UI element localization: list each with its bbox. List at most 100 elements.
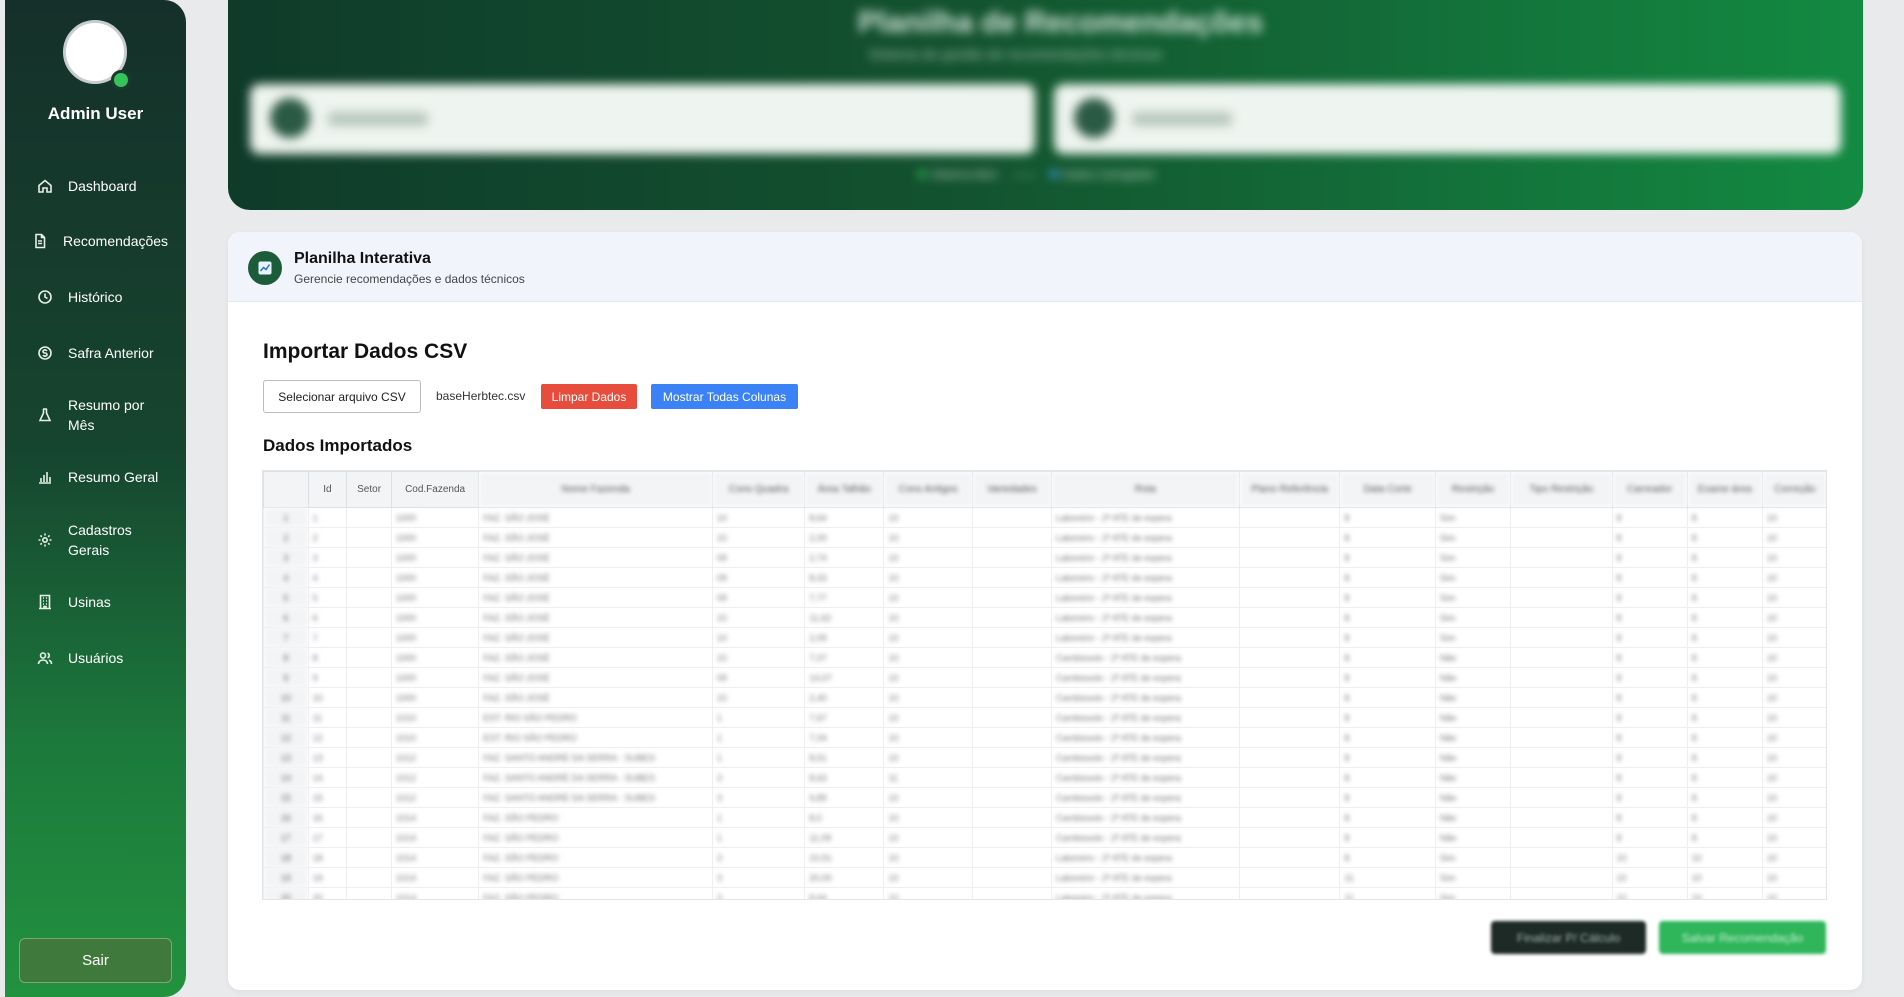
table-cell[interactable]: 11,62 (804, 607, 885, 628)
table-cell[interactable]: 10 (711, 687, 806, 708)
table-cell[interactable]: 8 (1611, 567, 1688, 588)
table-cell[interactable]: 10 (883, 667, 973, 688)
table-cell[interactable] (346, 687, 392, 708)
table-cell[interactable]: 10 (883, 687, 973, 708)
table-cell[interactable]: 8 (1686, 567, 1763, 588)
table-row[interactable]: 16 16 1014 FAZ. SÃO PEDRO 1 8,0 10 Cambissolo -… (263, 807, 1826, 828)
table-cell[interactable] (1238, 707, 1341, 728)
table-cell[interactable]: 8 (1686, 507, 1763, 528)
table-cell[interactable]: Sim (1434, 507, 1511, 528)
table-cell[interactable]: 10 (711, 527, 806, 548)
table-cell[interactable] (1238, 547, 1341, 568)
table-cell[interactable]: FAZ. SÃO JOSÉ (478, 507, 713, 528)
table-cell[interactable] (971, 627, 1052, 648)
column-header[interactable]: Setor (346, 471, 392, 508)
table-cell[interactable] (346, 787, 392, 808)
table-row[interactable]: 6 6 1000 FAZ. SÃO JOSÉ 10 11,62 10 Laboreiro - … (263, 607, 1826, 628)
table-cell[interactable]: 10,51 (804, 847, 885, 868)
table-cell[interactable]: 10 (1761, 747, 1826, 768)
table-cell[interactable]: Cambissolo - 2ª ATE de espera (1050, 807, 1240, 828)
sidebar-item-cadastros-gerais[interactable]: Cadastros Gerais (35, 520, 148, 560)
table-cell[interactable]: 8 (1611, 507, 1688, 528)
table-row[interactable]: 10 10 1000 FAZ. SÃO JOSÉ 10 2,40 10 Cambissolo … (263, 687, 1826, 708)
table-cell[interactable]: 2,00 (804, 527, 885, 548)
table-cell[interactable]: 7 (307, 627, 348, 648)
table-cell[interactable]: 8 (1686, 547, 1763, 568)
table-cell[interactable]: 10 (883, 527, 973, 548)
table-row[interactable]: 14 14 1012 FAZ. SANTO ANDRÉ DA SERRA - SUBE… (263, 767, 1826, 788)
table-cell[interactable]: 8 (1339, 847, 1436, 868)
table-cell[interactable]: 10 (1686, 847, 1763, 868)
table-cell[interactable]: 1012 (390, 787, 480, 808)
sidebar-item-dashboard[interactable]: Dashboard (35, 176, 137, 196)
table-cell[interactable]: 8 (1686, 747, 1763, 768)
table-cell[interactable]: 8 (1339, 567, 1436, 588)
table-cell[interactable] (1238, 587, 1341, 608)
table-cell[interactable] (971, 867, 1052, 888)
table-cell[interactable]: 18 (307, 847, 348, 868)
table-cell[interactable]: 10 (883, 747, 973, 768)
table-cell[interactable]: 8 (1339, 747, 1436, 768)
clear-data-button[interactable]: Limpar Dados (541, 384, 637, 409)
table-cell[interactable]: 1014 (390, 827, 480, 848)
column-header[interactable]: Restrição (1434, 471, 1511, 508)
table-cell[interactable]: 1000 (390, 527, 480, 548)
show-all-columns-button[interactable]: Mostrar Todas Colunas (651, 384, 798, 409)
table-cell[interactable]: 8 (1686, 727, 1763, 748)
table-cell[interactable]: 8 (1611, 547, 1688, 568)
table-cell[interactable] (971, 827, 1052, 848)
table-cell[interactable]: 1 (711, 807, 806, 828)
table-cell[interactable]: 10 (1761, 707, 1826, 728)
table-cell[interactable]: 8 (1339, 767, 1436, 788)
table-cell[interactable]: 2 (307, 527, 348, 548)
table-cell[interactable]: 8 (1339, 827, 1436, 848)
table-cell[interactable]: FAZ. SÃO PEDRO (478, 827, 713, 848)
table-cell[interactable]: Não (1434, 667, 1511, 688)
table-cell[interactable]: 1000 (390, 567, 480, 588)
table-cell[interactable]: 09 (711, 587, 806, 608)
table-cell[interactable]: 1000 (390, 507, 480, 528)
table-cell[interactable]: 11 (883, 767, 973, 788)
table-cell[interactable]: 14,07 (804, 667, 885, 688)
table-cell[interactable]: Sim (1434, 567, 1511, 588)
table-row[interactable]: 12 12 1010 EST. RIO SÃO PEDRO 1 7,04 10 Cambiss… (263, 727, 1826, 748)
table-cell[interactable]: 09 (711, 547, 806, 568)
table-cell[interactable] (346, 667, 392, 688)
table-cell[interactable]: FAZ. SÃO PEDRO (478, 847, 713, 868)
table-cell[interactable]: 10 (883, 607, 973, 628)
column-header[interactable]: Exame área (1686, 471, 1763, 508)
table-cell[interactable] (1509, 687, 1613, 708)
table-cell[interactable] (971, 647, 1052, 668)
table-cell[interactable]: 10 (711, 647, 806, 668)
table-cell[interactable]: 8 (1339, 527, 1436, 548)
table-cell[interactable] (1238, 867, 1341, 888)
table-cell[interactable] (1238, 567, 1341, 588)
column-header[interactable]: Variedades (971, 471, 1052, 508)
table-cell[interactable]: 8 (1611, 787, 1688, 808)
table-cell[interactable]: Não (1434, 707, 1511, 728)
table-cell[interactable]: Cambissolo - 2ª ATE de espera (1050, 747, 1240, 768)
table-cell[interactable] (1238, 747, 1341, 768)
table-cell[interactable]: 8 (1686, 687, 1763, 708)
table-cell[interactable]: FAZ. SÃO JOSÉ (478, 547, 713, 568)
table-cell[interactable]: FAZ. SÃO JOSÉ (478, 607, 713, 628)
table-cell[interactable] (1238, 787, 1341, 808)
table-cell[interactable]: 8 (1611, 767, 1688, 788)
table-cell[interactable] (346, 587, 392, 608)
table-cell[interactable]: 1000 (390, 587, 480, 608)
table-cell[interactable]: 8 (1686, 627, 1763, 648)
table-cell[interactable] (1509, 667, 1613, 688)
table-cell[interactable]: 8 (1339, 547, 1436, 568)
sidebar-item-usinas[interactable]: Usinas (35, 592, 111, 612)
table-cell[interactable]: 4 (307, 567, 348, 588)
table-cell[interactable]: 10 (1761, 687, 1826, 708)
table-cell[interactable]: 11 (1339, 887, 1436, 899)
column-header[interactable]: Rota (1050, 471, 1240, 508)
table-cell[interactable]: Laboreiro - 2ª ATE de espera (1050, 527, 1240, 548)
select-file-button[interactable]: Selecionar arquivo CSV (263, 380, 421, 413)
table-cell[interactable]: FAZ. SÃO JOSÉ (478, 667, 713, 688)
table-cell[interactable] (346, 847, 392, 868)
table-cell[interactable] (346, 887, 392, 899)
table-cell[interactable]: 2,74 (804, 547, 885, 568)
table-cell[interactable]: EST. RIO SÃO PEDRO (478, 707, 713, 728)
